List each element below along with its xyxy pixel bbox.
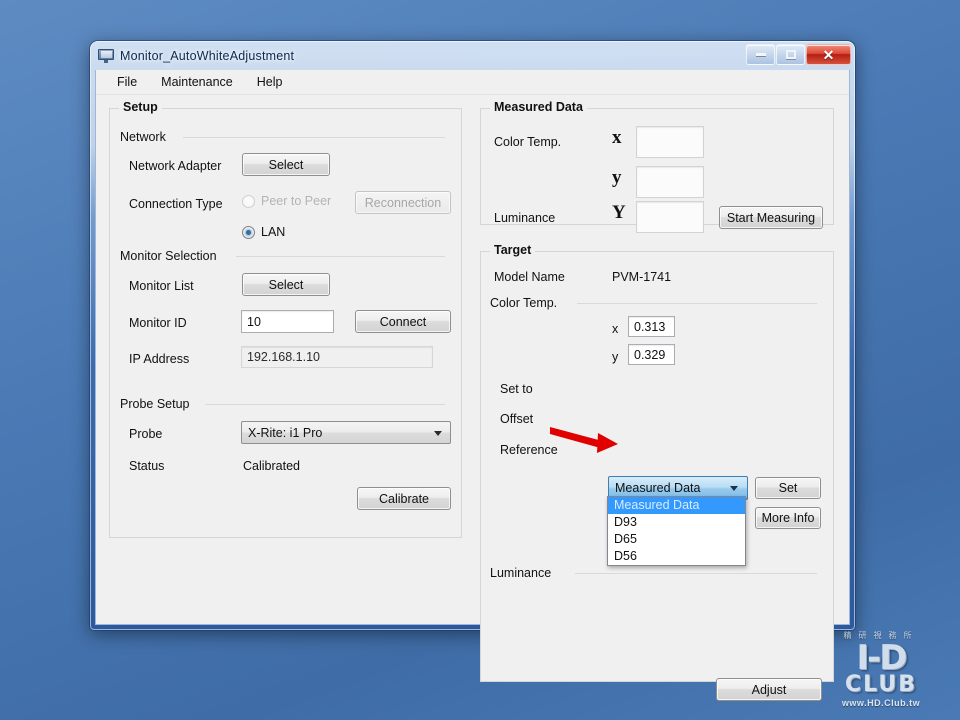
measured-luminance-label: Luminance xyxy=(494,211,556,225)
connection-type-label: Connection Type xyxy=(129,197,223,211)
network-rule xyxy=(183,137,445,138)
measured-x-input[interactable] xyxy=(636,126,704,158)
window-controls: ✕ xyxy=(745,44,851,65)
ip-address-label: IP Address xyxy=(129,352,190,366)
close-icon: ✕ xyxy=(822,46,835,63)
target-luminance-rule xyxy=(575,573,817,574)
monitor-list-select-button[interactable]: Select xyxy=(242,273,330,296)
chevron-down-icon xyxy=(434,430,442,436)
measured-y-marker: y xyxy=(612,167,622,188)
title-bar[interactable]: Monitor_AutoWhiteAdjustment ✕ xyxy=(90,41,855,70)
ip-address-field: 192.168.1.10 xyxy=(241,346,433,368)
calibrate-button[interactable]: Calibrate xyxy=(357,487,451,510)
radio-lan[interactable]: LAN xyxy=(242,225,285,239)
maximize-icon xyxy=(785,50,796,59)
minimize-icon xyxy=(755,53,766,56)
radio-peer-to-peer-dot xyxy=(242,194,255,208)
menu-item-maintenance[interactable]: Maintenance xyxy=(150,72,244,92)
target-x-label: x xyxy=(612,322,619,336)
monitor-id-label: Monitor ID xyxy=(129,316,187,330)
watermark: 精研視務所 I-D CLUB www.HD.Club.tw xyxy=(816,630,946,708)
network-subgroup-label: Network xyxy=(120,130,172,144)
watermark-url: www.HD.Club.tw xyxy=(841,698,921,708)
panels-container: Setup Network Network Adapter Select Con… xyxy=(96,96,849,701)
dropdown-option-d93[interactable]: D93 xyxy=(608,514,745,531)
probe-combobox-value: X-Rite: i1 Pro xyxy=(248,425,323,440)
radio-lan-label: LAN xyxy=(261,225,286,239)
setup-legend: Setup xyxy=(119,100,162,114)
model-name-value: PVM-1741 xyxy=(612,270,672,284)
target-y-label: y xyxy=(612,350,619,364)
offset-label: Offset xyxy=(500,412,534,426)
maximize-button[interactable] xyxy=(776,44,805,65)
model-name-label: Model Name xyxy=(494,270,565,284)
target-luminance-label: Luminance xyxy=(490,566,558,580)
measured-y-input[interactable] xyxy=(636,166,704,198)
measured-Y-input[interactable] xyxy=(636,201,704,233)
menu-item-help[interactable]: Help xyxy=(246,72,294,92)
network-adapter-select-button[interactable]: Select xyxy=(242,153,330,176)
target-groupbox: Target Model Name PVM-1741 Color Temp. x… xyxy=(480,243,834,701)
monitor-id-input[interactable]: 10 xyxy=(241,310,334,333)
measured-data-legend: Measured Data xyxy=(490,100,587,114)
setup-groupbox: Setup Network Network Adapter Select Con… xyxy=(109,100,462,538)
target-y-input[interactable]: 0.329 xyxy=(628,344,675,365)
radio-peer-to-peer[interactable]: Peer to Peer xyxy=(242,194,331,208)
close-button[interactable]: ✕ xyxy=(806,44,851,65)
dropdown-option-d65[interactable]: D65 xyxy=(608,531,745,548)
monitor-list-label: Monitor List xyxy=(129,279,194,293)
status-value: Calibrated xyxy=(243,459,300,473)
dropdown-option-d56[interactable]: D56 xyxy=(608,548,745,565)
menu-bar: File Maintenance Help xyxy=(96,70,849,95)
radio-peer-to-peer-label: Peer to Peer xyxy=(261,194,332,208)
adjust-button[interactable]: Adjust xyxy=(716,678,822,701)
target-x-input[interactable]: 0.313 xyxy=(628,316,675,337)
status-label: Status xyxy=(129,459,165,473)
connect-button[interactable]: Connect xyxy=(355,310,451,333)
set-to-label: Set to xyxy=(500,382,533,396)
reconnection-button[interactable]: Reconnection xyxy=(355,191,451,214)
radio-lan-dot xyxy=(242,225,255,239)
measured-x-marker: x xyxy=(612,127,622,148)
target-color-temp-rule xyxy=(577,303,817,304)
target-legend: Target xyxy=(490,243,536,257)
client-area: File Maintenance Help Setup Network Netw… xyxy=(95,70,850,701)
window-title: Monitor_AutoWhiteAdjustment xyxy=(120,48,295,63)
measured-data-groupbox: Measured Data Color Temp. x y Luminance … xyxy=(480,100,834,233)
set-button[interactable]: Set xyxy=(755,477,821,499)
probe-setup-subgroup-label: Probe Setup xyxy=(120,397,196,411)
measured-color-temp-label: Color Temp. xyxy=(494,135,562,149)
measured-Y-marker: Y xyxy=(612,202,626,223)
set-to-combobox-value: Measured Data xyxy=(615,481,701,495)
chevron-down-icon xyxy=(730,486,738,491)
monitor-selection-rule xyxy=(236,256,445,257)
dropdown-option-measured-data[interactable]: Measured Data xyxy=(608,497,745,514)
menu-item-file[interactable]: File xyxy=(106,72,148,92)
probe-setup-rule xyxy=(205,404,445,405)
set-to-dropdown-list[interactable]: Measured Data D93 D65 D56 xyxy=(607,496,746,566)
minimize-button[interactable] xyxy=(746,44,775,65)
probe-label: Probe xyxy=(129,427,163,441)
start-measuring-button[interactable]: Start Measuring xyxy=(719,206,823,229)
watermark-logo-line1: I-D xyxy=(856,637,908,678)
watermark-logo-line2: CLUB xyxy=(844,672,917,697)
network-adapter-label: Network Adapter xyxy=(129,159,222,173)
more-info-button[interactable]: More Info xyxy=(755,507,821,529)
target-color-temp-label: Color Temp. xyxy=(490,296,564,310)
application-window: Monitor_AutoWhiteAdjustment ✕ File Maint… xyxy=(89,40,856,701)
monitor-selection-subgroup-label: Monitor Selection xyxy=(120,249,223,263)
reference-label: Reference xyxy=(500,443,558,457)
probe-combobox[interactable]: X-Rite: i1 Pro xyxy=(241,421,451,444)
monitor-icon xyxy=(98,48,114,64)
